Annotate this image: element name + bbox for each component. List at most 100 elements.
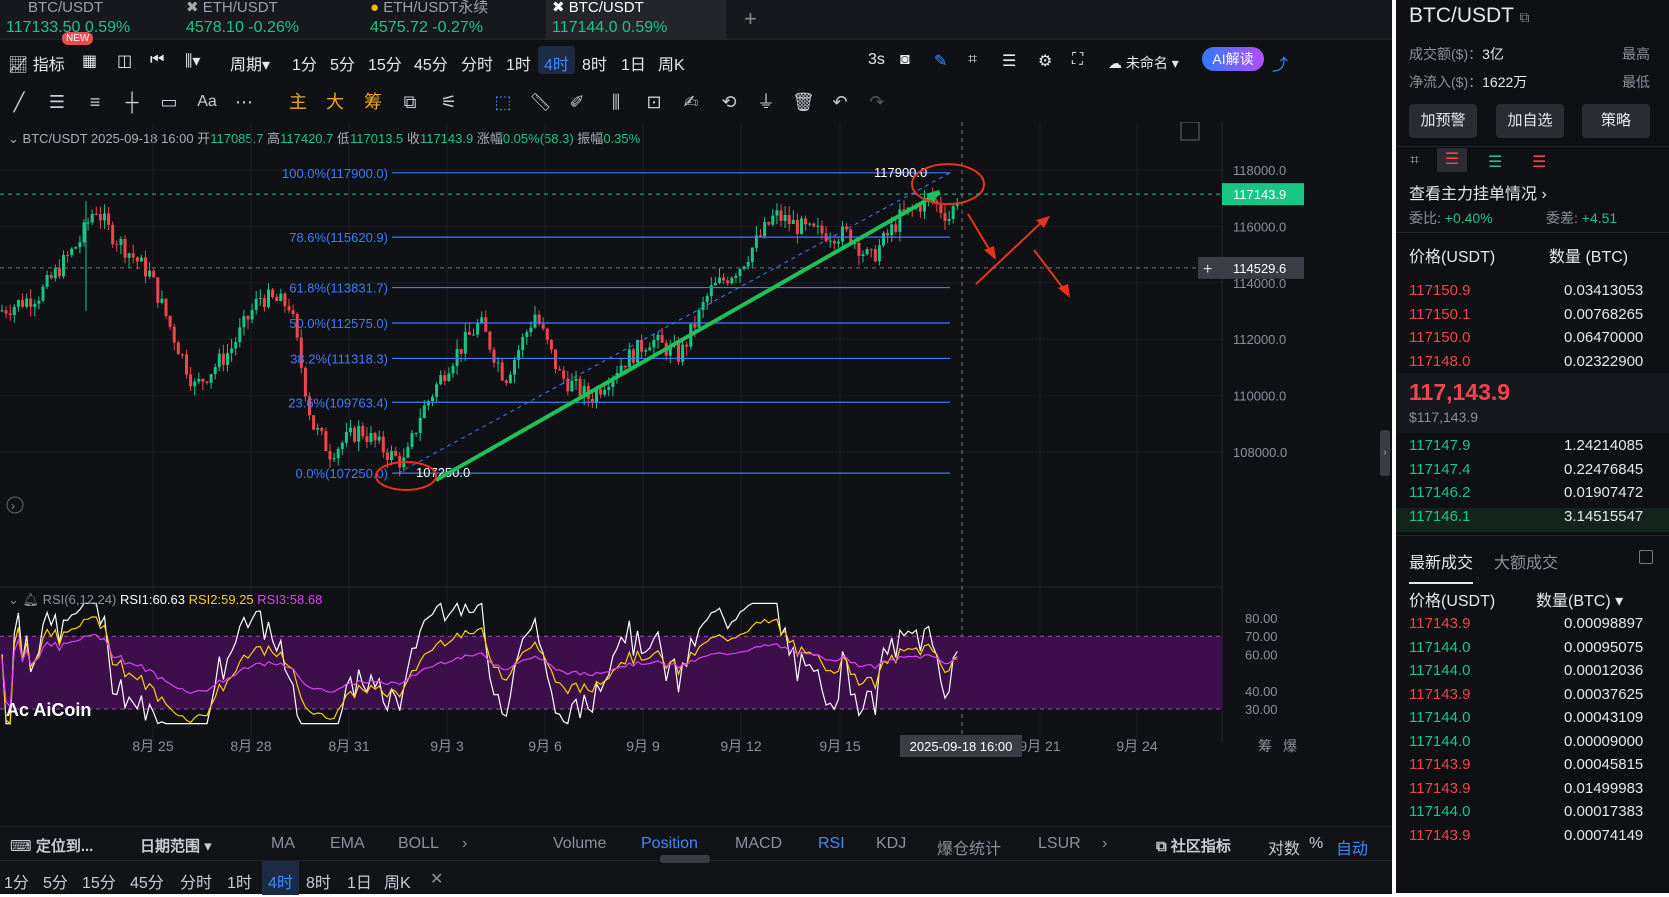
liquidation-toggle[interactable]: 爆仓统计 (937, 835, 1001, 859)
trade-row[interactable]: 117143.9 0.00045815 (1409, 756, 1669, 780)
add-alert-button[interactable]: 加预警 (1409, 104, 1477, 138)
interval-1d[interactable]: 1日 (621, 51, 646, 75)
layout-icon[interactable]: ◫ (117, 51, 132, 71)
trade-header-qty[interactable]: 数量(BTC) ▾ (1536, 587, 1623, 611)
pen-icon[interactable]: ✎ (934, 51, 947, 71)
tab-eth-perp[interactable]: ● ETH/USDT永续 4575.72 -0.27% (364, 0, 540, 40)
brush-icon[interactable]: ✐ (566, 92, 588, 112)
price-chart[interactable]: 118000.0116000.0114000.0112000.0110000.0… (0, 122, 1392, 822)
chips-tool[interactable]: 筹 (362, 92, 384, 112)
interval-8h[interactable]: 8时 (582, 51, 607, 75)
trade-row[interactable]: 117143.9 0.00074149 (1409, 827, 1669, 851)
community-indicators[interactable]: ⧉ 社区指标 (1156, 835, 1231, 856)
bid-row[interactable]: 117146.2 0.01907472 (1409, 484, 1669, 508)
lock-icon[interactable]: ⊡ (643, 92, 665, 112)
volume-toggle[interactable]: Volume (553, 835, 606, 853)
interval-1h[interactable]: 1时 (506, 51, 531, 75)
edit-icon[interactable]: ✍ (680, 92, 702, 112)
measure-icon[interactable]: ⚟ (438, 92, 460, 112)
text-tool[interactable]: Aa (196, 92, 218, 112)
add-watchlist-button[interactable]: 加自选 (1496, 104, 1564, 138)
main-chart-tool[interactable]: 主 (287, 92, 309, 112)
position-toggle[interactable]: Position (641, 835, 698, 853)
link-icon[interactable]: ⟲ (718, 92, 740, 112)
chevron-right-icon[interactable]: › (1102, 835, 1107, 853)
bid-row[interactable]: 117147.9 1.24214085 (1409, 437, 1669, 461)
trade-row[interactable]: 117143.9 0.00098897 (1409, 615, 1669, 639)
trade-row[interactable]: 117144.0 0.00009000 (1409, 733, 1669, 757)
interval-45m[interactable]: 45分 (414, 51, 448, 75)
period-dropdown[interactable]: 周期▾ (230, 51, 270, 75)
undo-icon[interactable]: ↶ (829, 92, 851, 112)
bottom-interval-1h[interactable]: 1时 (227, 869, 252, 893)
ai-explain-button[interactable]: AI解读 (1202, 47, 1264, 71)
book-split-icon[interactable]: ☰ (1437, 148, 1467, 172)
candle-type-icon[interactable]: ⫼▾ (185, 51, 200, 71)
replay-icon[interactable]: ⏮ (150, 51, 164, 69)
ema-toggle[interactable]: EMA (330, 835, 365, 853)
interval-15m[interactable]: 15分 (368, 51, 402, 75)
horizontal-line-icon[interactable]: ┼ (121, 92, 143, 112)
chevron-right-icon[interactable]: › (462, 835, 467, 853)
refresh-rate[interactable]: 3s (868, 51, 885, 69)
trade-row[interactable]: 117144.0 0.00095075 (1409, 639, 1669, 663)
close-icon[interactable]: ✕ (430, 869, 443, 889)
book-both-icon[interactable]: ⌗ (1410, 152, 1419, 170)
ask-row[interactable]: 117150.9 0.03413053 (1409, 282, 1669, 306)
bottom-interval-45m[interactable]: 45分 (130, 869, 164, 893)
side-collapse-handle[interactable]: › (1380, 430, 1390, 476)
tab-btc-usdt-active[interactable]: ✖ BTC/USDT 117144.0 0.59% (546, 0, 726, 40)
trash-icon[interactable]: 🗑︎ (792, 92, 815, 112)
filter-icon[interactable]: ⏚ (755, 92, 777, 112)
more-tools-icon[interactable]: ⋯ (233, 92, 255, 112)
bid-row[interactable]: 117147.4 0.22476845 (1409, 461, 1669, 485)
collapse-handle[interactable] (660, 855, 710, 863)
interval-4h[interactable]: 4时 (538, 46, 575, 74)
share-icon[interactable]: ⤴ (1272, 51, 1288, 75)
checkbox[interactable] (1639, 550, 1653, 564)
interval-timeline[interactable]: 分时 (461, 51, 493, 75)
trade-row[interactable]: 117144.0 0.00012036 (1409, 662, 1669, 686)
interval-5m[interactable]: 5分 (330, 51, 355, 75)
strategy-button[interactable]: 策略 (1582, 104, 1650, 138)
large-trades-tab[interactable]: 大额成交 (1494, 549, 1558, 573)
latest-trades-tab[interactable]: 最新成交 (1409, 549, 1474, 584)
parallel-lines-icon[interactable]: ☰ (46, 92, 68, 112)
candle-tool-icon[interactable]: ⫼ (605, 92, 627, 112)
bottom-interval-5m[interactable]: 5分 (43, 869, 68, 893)
bottom-interval-1d[interactable]: 1日 (347, 869, 372, 893)
rsi-toggle[interactable]: RSI (818, 835, 845, 853)
bottom-interval-15m[interactable]: 15分 (82, 869, 116, 893)
log-toggle[interactable]: 对数 (1268, 835, 1300, 859)
ma-toggle[interactable]: MA (271, 835, 295, 853)
date-range-button[interactable]: 日期范围 ▾ (140, 835, 212, 856)
trendline-icon[interactable]: ╱ (8, 92, 30, 112)
copy-icon[interactable]: ⧉ (1519, 9, 1529, 25)
list-icon[interactable]: ☰ (1002, 51, 1016, 71)
book-asks-icon[interactable]: ☰ (1532, 152, 1546, 172)
calendar-icon[interactable]: ▦ (82, 51, 97, 71)
main-orders-link[interactable]: 查看主力挂单情况 › (1409, 180, 1547, 204)
big-order-tool[interactable]: 大 (324, 92, 346, 112)
ask-row[interactable]: 117150.0 0.06470000 (1409, 329, 1669, 353)
boll-toggle[interactable]: BOLL (398, 835, 439, 853)
bottom-interval-4h[interactable]: 4时 (262, 861, 299, 895)
lsur-toggle[interactable]: LSUR (1038, 835, 1081, 853)
bottom-interval-8h[interactable]: 8时 (306, 869, 331, 893)
auto-toggle[interactable]: 自动 (1336, 835, 1368, 859)
interval-week[interactable]: 周K (658, 51, 685, 75)
magnet-icon[interactable]: ⧉ (399, 92, 421, 112)
cursor-icon[interactable]: ⬚ (492, 92, 514, 112)
interval-1m[interactable]: 1分 (292, 51, 317, 75)
settings-icon[interactable]: ⚙ (1038, 51, 1052, 71)
crop-icon[interactable]: ⌗ (968, 51, 977, 69)
ask-row[interactable]: 117150.1 0.00768265 (1409, 306, 1669, 330)
trade-row[interactable]: 117144.0 0.00017383 (1409, 803, 1669, 827)
redo-icon[interactable]: ↷ (866, 92, 888, 112)
percent-toggle[interactable]: % (1309, 835, 1323, 853)
macd-toggle[interactable]: MACD (735, 835, 782, 853)
add-tab-icon[interactable]: + (744, 6, 757, 32)
rectangle-icon[interactable]: ▭ (158, 92, 180, 112)
camera-icon[interactable]: ◙ (900, 51, 910, 69)
indicators-button[interactable]: 📈︎ 指标 (8, 51, 65, 75)
